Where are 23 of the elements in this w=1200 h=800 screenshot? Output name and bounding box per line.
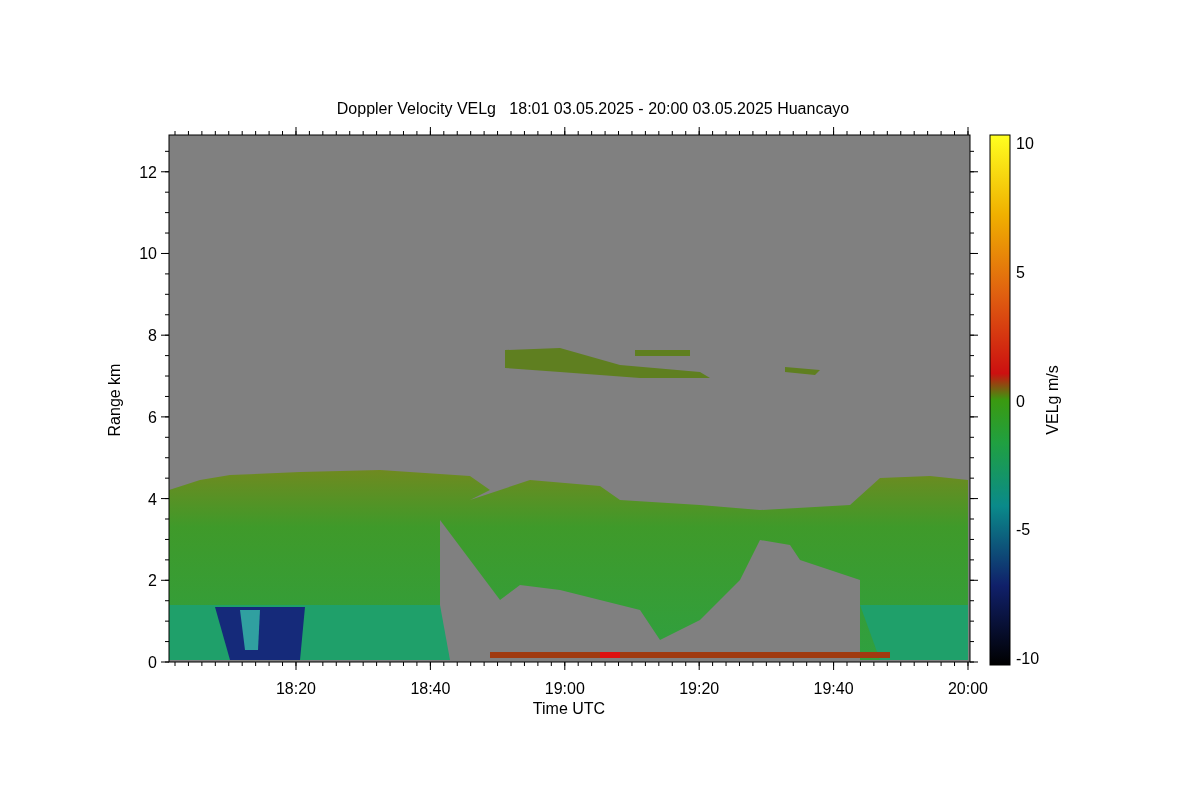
- y-tick-label: 0: [148, 654, 157, 671]
- y-tick-label: 10: [139, 245, 157, 263]
- colorbar-label: VELg m/s: [1044, 365, 1061, 435]
- y-tick-label: 4: [148, 490, 157, 508]
- y-tick-label: 12: [139, 163, 157, 181]
- x-tick-label: 19:20: [679, 680, 720, 697]
- x-tick-label: 19:00: [544, 680, 585, 697]
- y-tick-label: 6: [148, 408, 157, 426]
- y-tick-label: 2: [148, 572, 157, 590]
- colorbar-tick-label: 0: [1016, 392, 1025, 410]
- x-tick-label: 18:20: [276, 680, 316, 697]
- colorbar-tick-label: 10: [1016, 135, 1034, 152]
- x-tick-label: 18:40: [410, 680, 451, 697]
- x-tick-label: 19:40: [813, 680, 854, 697]
- colorbar-tick-label: -5: [1016, 521, 1031, 539]
- y-axis-label: Range km: [106, 363, 123, 437]
- colorbar-tick-label: -10: [1016, 650, 1040, 667]
- x-axis-label: Time UTC: [532, 700, 606, 717]
- colorbar-tick-label: 5: [1016, 263, 1025, 281]
- x-tick-label: 20:00: [948, 680, 988, 697]
- plot-title: Doppler Velocity VELg 18:01 03.05.2025 - 20:00 03.05.2025 Huancayo: [336, 100, 850, 117]
- y-tick-label: 8: [148, 327, 157, 345]
- cloud-echo: [785, 367, 820, 375]
